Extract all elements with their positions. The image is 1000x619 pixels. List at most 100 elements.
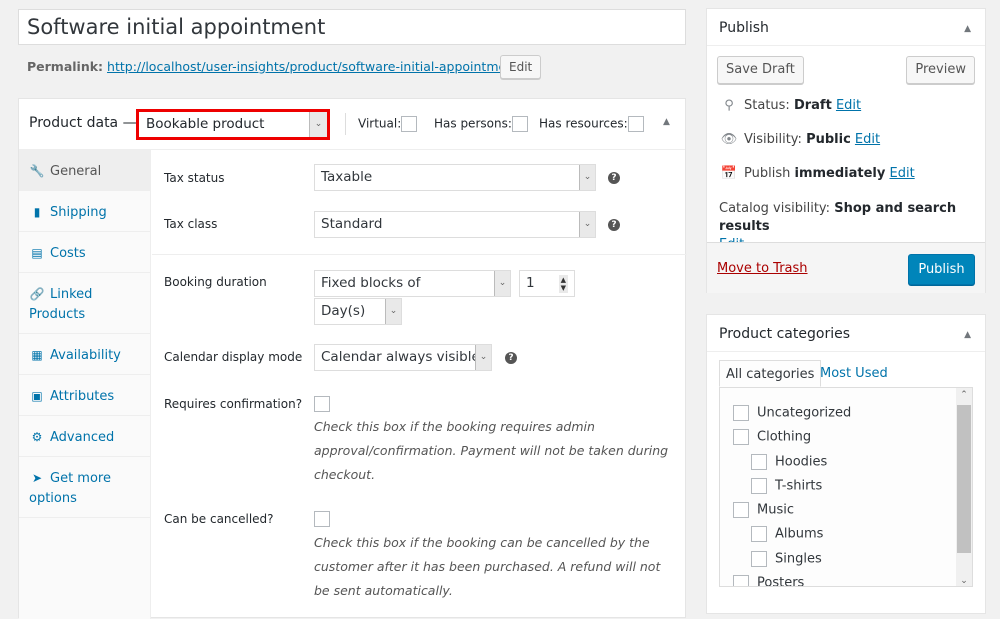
booking-duration-quantity-value: 1 [526, 275, 535, 291]
virtual-label: Virtual: [358, 116, 402, 131]
category-checkbox[interactable] [733, 405, 749, 421]
publish-actions: Move to Trash Publish [707, 242, 985, 293]
tax-status-select[interactable]: Taxable ⌄ [314, 164, 596, 191]
status-row: ⚲ Status: Draft Edit [719, 98, 861, 113]
product-data-title: Product data — [29, 115, 137, 131]
tab-all-categories[interactable]: All categories [719, 360, 822, 387]
category-checkbox[interactable] [751, 551, 767, 567]
requires-confirmation-checkbox[interactable] [314, 396, 330, 412]
wrench-icon: 🔧 [29, 164, 45, 178]
has-resources-checkbox[interactable] [627, 116, 644, 132]
collapse-toggle-icon[interactable]: ▲ [964, 330, 971, 340]
help-icon[interactable]: ? [608, 219, 620, 231]
tax-class-label: Tax class [164, 217, 218, 231]
list-icon: ▣ [31, 389, 43, 403]
tab-general[interactable]: 🔧 General [19, 150, 151, 191]
tab-costs[interactable]: ▤ Costs [19, 232, 151, 273]
collapse-toggle-icon[interactable]: ▲ [663, 117, 670, 127]
chevron-down-icon: ⌄ [309, 112, 327, 137]
spinner-icon[interactable]: ▲ ▼ [558, 275, 568, 293]
visibility-value: Public [806, 132, 851, 147]
category-scrollbar[interactable]: ⌃ ⌄ [956, 388, 972, 586]
categories-title: Product categories [719, 326, 850, 342]
calendar-display-mode-value: Calendar always visible [321, 349, 480, 365]
tab-get-more-options[interactable]: ➤ Get more options [19, 457, 151, 518]
category-checkbox[interactable] [751, 526, 767, 542]
divider [707, 45, 985, 46]
catalog-visibility-label: Catalog visibility: [719, 201, 831, 216]
publish-button[interactable]: Publish [908, 254, 975, 285]
calendar-display-mode-label: Calendar display mode [164, 350, 303, 364]
product-data-panel: Product data — Bookable product ⌄ Virtua… [18, 98, 687, 619]
status-value: Draft [793, 98, 832, 113]
link-icon: 🔗 [29, 287, 45, 301]
scrollbar-thumb[interactable] [957, 405, 971, 553]
preview-button[interactable]: Preview [906, 56, 975, 84]
help-icon[interactable]: ? [505, 352, 517, 364]
category-label: Uncategorized [757, 405, 852, 421]
category-item[interactable]: Hoodies [751, 454, 827, 470]
booking-duration-type-value: Fixed blocks of [321, 275, 421, 291]
status-edit-link[interactable]: Edit [836, 98, 861, 113]
scroll-up-icon[interactable]: ⌃ [956, 390, 972, 400]
category-checkbox[interactable] [751, 454, 767, 470]
tab-label: General [50, 164, 102, 179]
scroll-down-icon[interactable]: ⌄ [956, 576, 972, 586]
booking-duration-type-select[interactable]: Fixed blocks of ⌄ [314, 270, 511, 297]
truck-icon: ▮ [33, 205, 41, 219]
publish-title: Publish [719, 20, 769, 36]
booking-duration-quantity-input[interactable]: 1 ▲ ▼ [519, 270, 575, 297]
product-type-select[interactable]: Bookable product ⌄ [136, 109, 330, 140]
requires-confirmation-label: Requires confirmation? [164, 397, 303, 411]
category-label: Singles [775, 551, 822, 567]
tab-attributes[interactable]: ▣ Attributes [19, 375, 151, 416]
category-checkbox[interactable] [733, 429, 749, 445]
money-icon: ▤ [31, 246, 43, 260]
tax-class-value: Standard [321, 216, 383, 232]
publish-date-edit-link[interactable]: Edit [890, 166, 915, 181]
visibility-edit-link[interactable]: Edit [855, 132, 880, 147]
category-item[interactable]: Albums [751, 526, 823, 542]
tab-label: Shipping [50, 205, 107, 220]
plug-icon: ➤ [31, 471, 43, 485]
tab-availability[interactable]: ▦ Availability [19, 334, 151, 375]
category-checkbox[interactable] [733, 575, 749, 586]
category-item[interactable]: Uncategorized [733, 405, 851, 421]
booking-duration-unit-select[interactable]: Day(s) ⌄ [314, 298, 402, 325]
category-item[interactable]: Clothing [733, 429, 811, 445]
divider [707, 351, 985, 352]
category-label: Music [757, 502, 794, 518]
visibility-label: Visibility: [744, 132, 802, 147]
permalink-edit-button[interactable]: Edit [500, 55, 542, 79]
category-item[interactable]: T-shirts [751, 478, 822, 494]
publish-date-label: Publish [744, 166, 791, 181]
tab-advanced[interactable]: ⚙ Advanced [19, 416, 151, 457]
tab-linked-products[interactable]: 🔗 Linked Products [19, 273, 151, 334]
category-item[interactable]: Posters [733, 575, 804, 586]
move-to-trash-link[interactable]: Move to Trash [717, 261, 808, 276]
tab-label: Advanced [50, 430, 115, 445]
pin-icon: ⚲ [724, 98, 734, 113]
virtual-checkbox[interactable] [401, 116, 418, 132]
has-persons-label: Has persons: [434, 116, 512, 131]
save-draft-button[interactable]: Save Draft [717, 56, 804, 84]
chevron-down-icon: ⌄ [385, 299, 401, 324]
has-persons-checkbox[interactable] [511, 116, 528, 132]
post-title-input[interactable]: Software initial appointment [18, 9, 686, 45]
collapse-toggle-icon[interactable]: ▲ [964, 24, 971, 34]
tab-most-used[interactable]: Most Used [814, 360, 894, 387]
category-item[interactable]: Music [733, 502, 794, 518]
category-checkbox[interactable] [733, 502, 749, 518]
tax-class-select[interactable]: Standard ⌄ [314, 211, 596, 238]
permalink-label: Permalink: [27, 59, 104, 74]
permalink-link[interactable]: http://localhost/user-insights/product/s… [107, 59, 523, 74]
calendar-display-mode-select[interactable]: Calendar always visible ⌄ [314, 344, 492, 371]
calendar-icon: ▦ [31, 348, 43, 362]
help-icon[interactable]: ? [608, 172, 620, 184]
category-checkbox[interactable] [751, 478, 767, 494]
publish-panel: Publish ▲ Save Draft Preview ⚲ Status: Dr… [706, 8, 986, 293]
category-item[interactable]: Singles [751, 551, 822, 567]
tab-shipping[interactable]: ▮ Shipping [19, 191, 151, 232]
can-be-cancelled-checkbox[interactable] [314, 511, 330, 527]
section-divider [152, 254, 687, 255]
